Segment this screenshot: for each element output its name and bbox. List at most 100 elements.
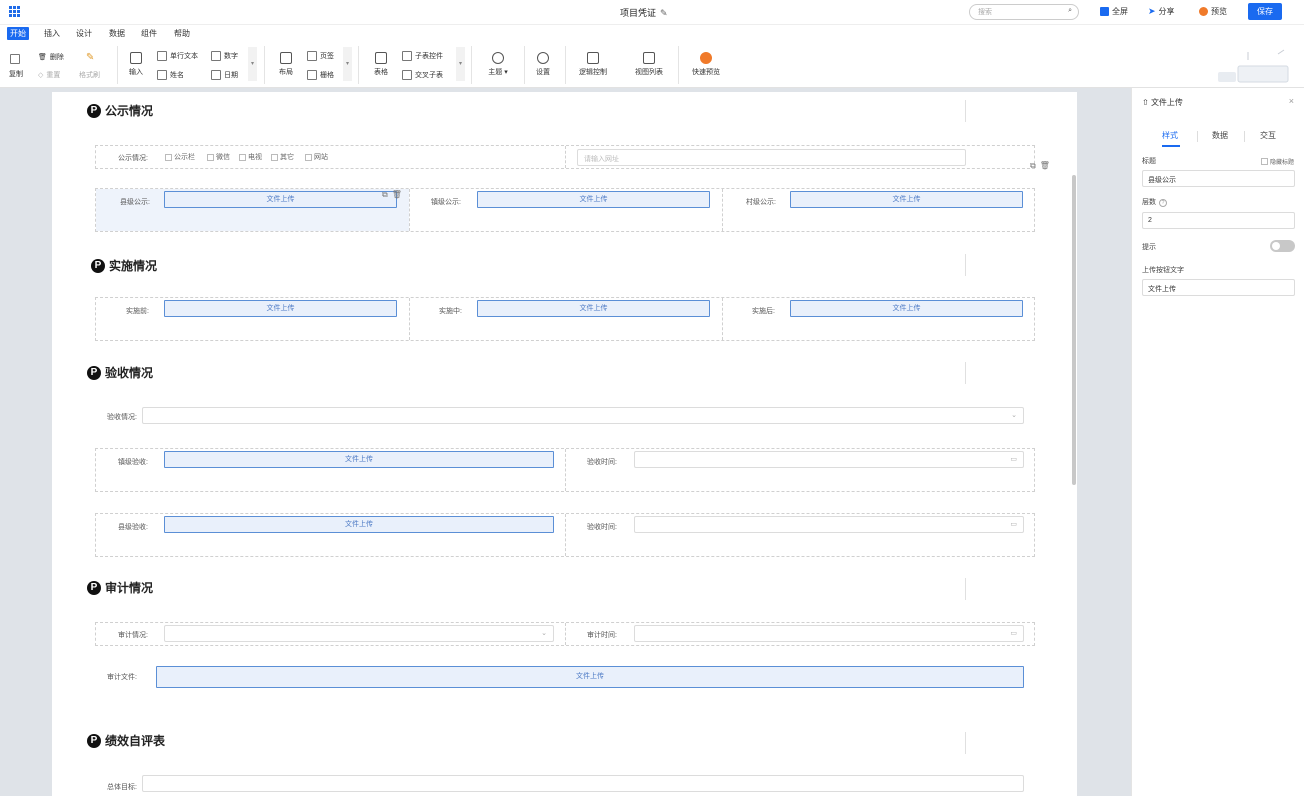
date-button[interactable]: 日期 — [211, 70, 238, 80]
help-icon[interactable]: ? — [1159, 199, 1167, 207]
single-text-button[interactable]: 单行文本 — [157, 51, 198, 61]
overall-goal-label: 总体目标: — [107, 784, 137, 791]
checkbox-wechat[interactable]: 微信 — [207, 152, 230, 162]
acceptance-select[interactable]: ⌄ — [142, 407, 1024, 424]
town-acceptance-upload[interactable]: 文件上传 — [164, 451, 554, 468]
tab-page-icon — [307, 51, 317, 61]
search-input[interactable]: 搜索 ⌕ — [969, 4, 1079, 20]
subtable-control-button[interactable]: 子表控件 — [402, 51, 443, 61]
menu-start[interactable]: 开始 — [7, 27, 29, 40]
apps-grid-icon[interactable] — [9, 6, 20, 17]
canvas-scrollbar[interactable] — [1072, 175, 1076, 485]
publicity-uploads-row: 县级公示: 文件上传 ⧉ 🗑 镇级公示: 文件上传 村级公示: 文件上传 — [95, 188, 1035, 232]
title-input[interactable]: 县级公示 — [1142, 170, 1295, 187]
table-button[interactable]: 表格 — [363, 52, 399, 77]
more-table-button[interactable]: ▾ — [456, 47, 465, 81]
more-layout-button[interactable]: ▾ — [343, 47, 352, 81]
document-title[interactable]: 项目凭证 ✎ — [620, 6, 668, 19]
pin-icon: P — [91, 258, 105, 273]
settings-button[interactable]: 设置 — [525, 52, 561, 77]
calendar-icon: ▭ — [1010, 456, 1017, 463]
gear-icon — [537, 52, 549, 64]
section-title-audit: P 审计情况 — [87, 579, 153, 596]
town-acceptance-label: 镇级验收: — [118, 459, 148, 466]
tab-page-button[interactable]: 页签 — [307, 51, 334, 61]
layout-button[interactable]: 布局 — [268, 52, 304, 77]
menu-insert[interactable]: 插入 — [44, 28, 60, 39]
view-list-button[interactable]: 视图列表 — [631, 52, 667, 77]
quick-preview-button[interactable]: 快速预览 — [688, 52, 724, 77]
url-input[interactable]: 请输入网址 — [577, 149, 966, 166]
menu-help[interactable]: 帮助 — [174, 28, 190, 39]
reset-button[interactable]: ◇ 重置 — [38, 70, 60, 80]
table-icon — [375, 52, 387, 64]
layout-icon — [280, 52, 292, 64]
county-acceptance-time-input[interactable]: ▭ — [634, 516, 1024, 533]
share-button[interactable]: ➤ 分享 — [1148, 6, 1175, 17]
format-painter-icon[interactable]: ✎ — [86, 52, 94, 63]
cross-subtable-button[interactable]: 交叉子表 — [402, 70, 443, 80]
acceptance-time-label: 验收时间: — [587, 459, 617, 466]
publicity-channels-row: 公示情况: 公示栏 微信 电视 其它 网站 请输入网址 — [95, 145, 1035, 169]
calendar-icon: ▭ — [1010, 521, 1017, 528]
town-publicity-label: 镇级公示: — [431, 199, 461, 206]
county-publicity-upload[interactable]: 文件上传 — [164, 191, 397, 208]
logic-control-button[interactable]: 逻辑控制 — [575, 52, 611, 77]
hide-title-checkbox[interactable]: 隐藏标题 — [1260, 157, 1294, 166]
checkbox-tv[interactable]: 电视 — [239, 152, 262, 162]
button-text-input[interactable]: 文件上传 — [1142, 279, 1295, 296]
chevron-down-icon: ⌄ — [1011, 412, 1017, 419]
tab-style[interactable]: 样式 — [1162, 130, 1178, 141]
audit-row: 审计情况: ⌄ 审计时间: ▭ — [95, 622, 1035, 646]
trash-icon[interactable]: 🗑 — [1040, 161, 1050, 171]
menu-data[interactable]: 数据 — [109, 28, 125, 39]
menu-design[interactable]: 设计 — [76, 28, 92, 39]
tab-interaction[interactable]: 交互 — [1260, 130, 1276, 141]
after-upload[interactable]: 文件上传 — [790, 300, 1023, 317]
text-field-icon — [157, 51, 167, 61]
fullscreen-button[interactable]: 全屏 — [1100, 6, 1128, 17]
upload-icon: ⇧ — [1142, 98, 1149, 107]
town-acceptance-time-input[interactable]: ▭ — [634, 451, 1024, 468]
grid-button[interactable]: 栅格 — [307, 70, 334, 80]
publicity-label: 公示情况: — [118, 155, 148, 162]
menu-component[interactable]: 组件 — [141, 28, 157, 39]
edit-icon[interactable]: ✎ — [660, 8, 668, 19]
fullscreen-icon — [1100, 7, 1109, 16]
section-title-acceptance: P 验收情况 — [87, 364, 153, 381]
number-button[interactable]: 数字 — [211, 51, 238, 61]
section-title-publicity: P 公示情况 — [87, 102, 153, 119]
county-acceptance-upload[interactable]: 文件上传 — [164, 516, 554, 533]
audit-file-upload[interactable]: 文件上传 — [156, 666, 1024, 688]
delete-button[interactable]: 🗑 删除 — [38, 52, 64, 62]
name-button[interactable]: 姓名 — [157, 70, 184, 80]
tab-data[interactable]: 数据 — [1212, 130, 1228, 141]
more-inputs-button[interactable]: ▾ — [248, 47, 257, 81]
close-icon[interactable]: × — [1289, 96, 1294, 106]
trash-icon[interactable]: 🗑 — [392, 190, 402, 200]
save-button[interactable]: 保存 — [1248, 3, 1282, 20]
before-upload[interactable]: 文件上传 — [164, 300, 397, 317]
input-button[interactable]: 输入 — [118, 52, 154, 77]
audit-time-input[interactable]: ▭ — [634, 625, 1024, 642]
during-upload[interactable]: 文件上传 — [477, 300, 710, 317]
number-icon — [211, 51, 221, 61]
after-label: 实施后: — [752, 308, 775, 315]
level-input[interactable]: 2 — [1142, 212, 1295, 229]
theme-button[interactable]: 主题 ▾ — [480, 52, 516, 77]
checkbox-website[interactable]: 网站 — [305, 152, 328, 162]
village-publicity-upload[interactable]: 文件上传 — [790, 191, 1023, 208]
checkbox-other[interactable]: 其它 — [271, 152, 294, 162]
copy-button[interactable] — [10, 54, 20, 64]
audit-select[interactable]: ⌄ — [164, 625, 554, 642]
form-paper: P 公示情况 公示情况: 公示栏 微信 电视 其它 网站 请输入网址 ⧉ 🗑 县级公… — [52, 92, 1077, 796]
copy-icon[interactable]: ⧉ — [1030, 161, 1036, 171]
copy-icon[interactable]: ⧉ — [382, 190, 388, 200]
town-publicity-upload[interactable]: 文件上传 — [477, 191, 710, 208]
overall-goal-input[interactable] — [142, 775, 1024, 792]
hint-toggle[interactable] — [1270, 240, 1295, 252]
hint-label: 提示 — [1142, 244, 1156, 251]
input-icon — [130, 52, 142, 64]
checkbox-publicity-board[interactable]: 公示栏 — [165, 152, 195, 162]
preview-button[interactable]: 预览 — [1199, 6, 1227, 17]
